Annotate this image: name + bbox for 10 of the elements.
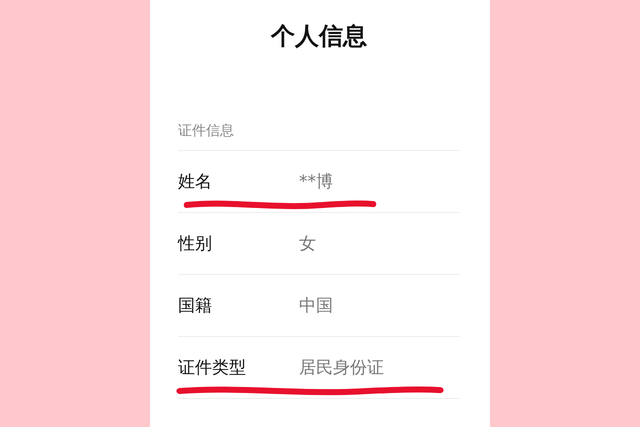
field-label: 姓名 [178, 171, 213, 193]
field-label: 证件类型 [178, 357, 247, 379]
page-title: 个人信息 [270, 21, 368, 52]
section-label: 证件信息 [178, 122, 460, 151]
field-value: 中国 [299, 295, 333, 317]
field-label: 国籍 [178, 295, 213, 317]
field-value: 居民身份证 [299, 357, 384, 379]
field-label: 性别 [178, 233, 213, 255]
field-value: **博 [299, 171, 333, 193]
field-value: 女 [299, 233, 316, 255]
